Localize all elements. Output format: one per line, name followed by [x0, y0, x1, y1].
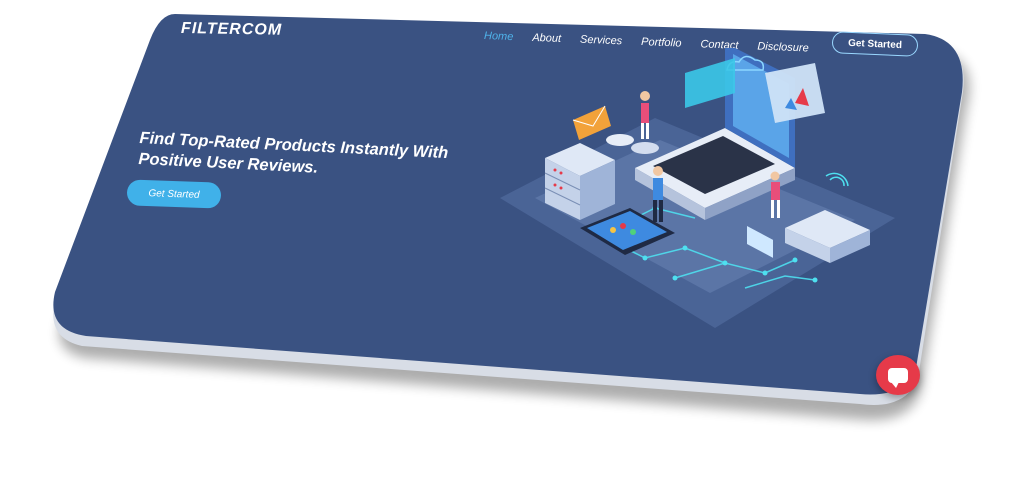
wifi-icon	[825, 172, 849, 187]
mail-icon	[572, 105, 611, 140]
hero-get-started-button[interactable]: Get Started	[126, 179, 222, 209]
page: FILTERCOM Home About Services Portfolio …	[0, 0, 1013, 482]
chat-icon	[888, 367, 908, 388]
chat-widget-button[interactable]	[876, 355, 920, 395]
nav-link-home[interactable]: Home	[484, 30, 514, 43]
brand-logo[interactable]: FILTERCOM	[181, 20, 282, 40]
hero-illustration	[500, 48, 895, 328]
nav-link-services[interactable]: Services	[580, 34, 623, 48]
nav-link-about[interactable]: About	[532, 32, 561, 45]
